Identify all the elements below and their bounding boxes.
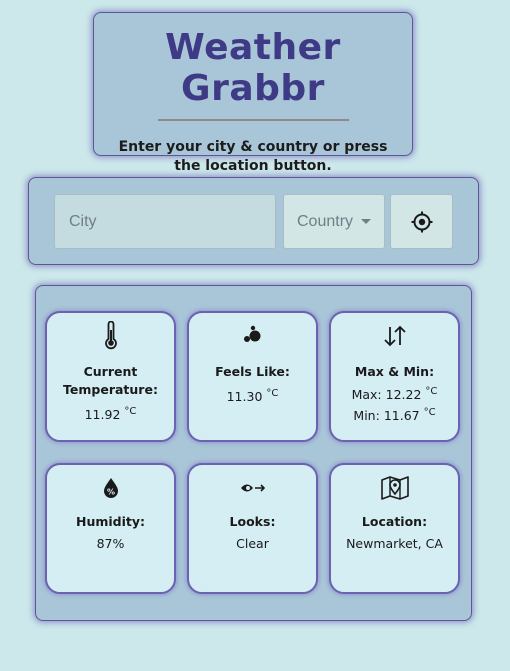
up-down-arrows-icon (383, 325, 406, 347)
feels-like-value-row: 11.30 °C (189, 385, 316, 406)
locate-button[interactable] (390, 194, 453, 249)
looks-label: Looks: (229, 514, 276, 529)
max-unit: °C (425, 386, 438, 397)
country-select[interactable]: Country (283, 194, 385, 249)
city-input[interactable] (54, 194, 276, 249)
instructions-text: Enter your city & country or press the l… (108, 138, 398, 176)
temperature-value: 11.92 (84, 407, 121, 423)
location-label: Location: (361, 514, 428, 529)
country-select-label: Country (297, 212, 354, 230)
map-pin-icon (380, 476, 409, 500)
humidity-card: % Humidity: 87% (45, 463, 176, 594)
looks-card: Looks: Clear (187, 463, 318, 594)
feels-like-label: Feels Like: (215, 364, 290, 379)
instructions-or: or (322, 139, 340, 155)
max-min-card: Max & Min: Max: 12.22 °C Min: 11.67 °C (329, 311, 460, 442)
temperature-unit: °C (124, 406, 137, 417)
min-label: Min: (353, 408, 380, 424)
eye-arrow-icon (240, 484, 265, 492)
chevron-down-icon (361, 219, 372, 224)
feels-like-value: 11.30 (226, 389, 263, 405)
max-value: 12.22 (385, 387, 422, 403)
temperature-card: Current Temperature: 11.92 °C (45, 311, 176, 442)
svg-text:%: % (106, 488, 114, 497)
humidity-drop-icon: % (103, 478, 118, 498)
results-panel: Current Temperature: 11.92 °C Feels Like… (35, 285, 472, 621)
location-value: Newmarket, CA (346, 536, 443, 551)
looks-value: Clear (236, 536, 269, 551)
header-panel: Weather Grabbr Enter your city & country… (93, 12, 413, 174)
thermometer-icon (104, 321, 117, 350)
humidity-label: Humidity: (75, 514, 146, 529)
bubbles-icon (243, 325, 260, 342)
temperature-label-line2: Temperature: (63, 382, 158, 397)
humidity-value: 87% (96, 536, 125, 551)
location-card: Location: Newmarket, CA (329, 463, 460, 594)
feels-like-card: Feels Like: 11.30 °C (187, 311, 318, 442)
min-value: 11.67 (383, 408, 420, 424)
max-row: Max: 12.22 °C (331, 383, 458, 404)
app-title: Weather Grabbr (165, 27, 341, 109)
instructions-part1: Enter your city & country (118, 139, 323, 155)
feels-like-unit: °C (266, 388, 279, 399)
max-min-label: Max & Min: (354, 364, 435, 379)
max-label: Max: (351, 387, 382, 403)
min-unit: °C (423, 407, 436, 419)
temperature-label-line1: Current (83, 364, 138, 379)
temperature-value-row: 11.92 °C (47, 403, 174, 424)
min-row: Min: 11.67 °C (331, 404, 458, 425)
search-panel: Country (28, 177, 479, 265)
crosshair-icon (411, 211, 432, 232)
title-divider (157, 119, 349, 121)
